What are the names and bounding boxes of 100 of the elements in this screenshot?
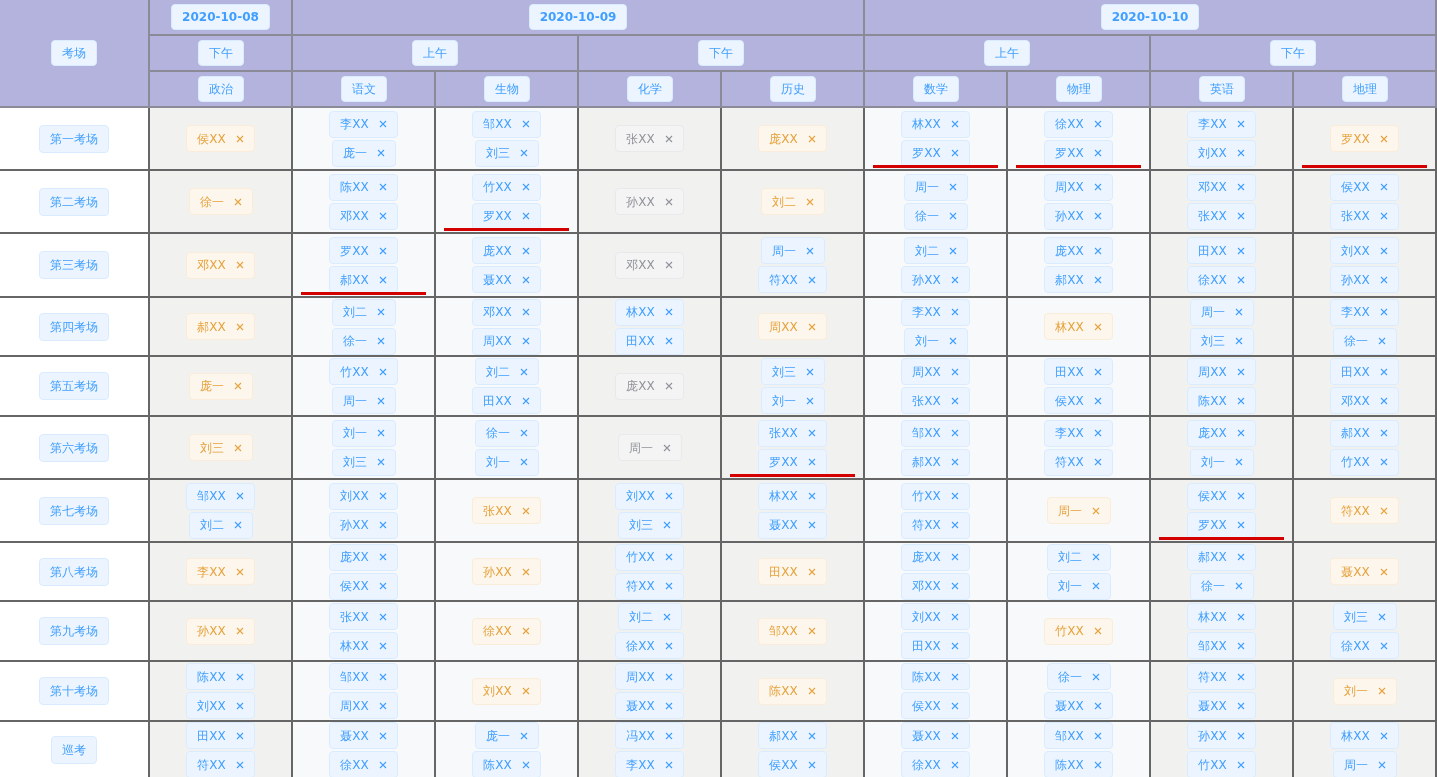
- close-icon[interactable]: [664, 382, 673, 390]
- close-icon[interactable]: [662, 521, 671, 529]
- close-icon[interactable]: [1377, 612, 1386, 621]
- close-icon[interactable]: [664, 337, 673, 345]
- close-icon[interactable]: [950, 458, 959, 466]
- close-icon[interactable]: [233, 382, 242, 390]
- close-icon[interactable]: [1236, 367, 1245, 376]
- close-icon[interactable]: [1236, 731, 1245, 740]
- close-icon[interactable]: [378, 367, 387, 376]
- close-icon[interactable]: [521, 246, 530, 255]
- close-icon[interactable]: [521, 120, 530, 128]
- close-icon[interactable]: [950, 149, 959, 157]
- close-icon[interactable]: [519, 367, 528, 376]
- close-icon[interactable]: [519, 731, 528, 740]
- close-icon[interactable]: [950, 612, 959, 621]
- close-icon[interactable]: [950, 275, 959, 284]
- close-icon[interactable]: [521, 506, 530, 515]
- close-icon[interactable]: [1093, 183, 1102, 191]
- close-icon[interactable]: [1379, 506, 1388, 515]
- close-icon[interactable]: [807, 275, 816, 284]
- close-icon[interactable]: [1093, 731, 1102, 740]
- close-icon[interactable]: [948, 337, 957, 345]
- close-icon[interactable]: [1093, 429, 1102, 437]
- close-icon[interactable]: [664, 760, 673, 769]
- close-icon[interactable]: [664, 261, 673, 269]
- close-icon[interactable]: [1379, 183, 1388, 191]
- close-icon[interactable]: [1236, 149, 1245, 157]
- close-icon[interactable]: [376, 458, 385, 466]
- close-icon[interactable]: [948, 212, 957, 220]
- close-icon[interactable]: [1379, 246, 1388, 255]
- close-icon[interactable]: [1236, 553, 1245, 561]
- close-icon[interactable]: [1377, 760, 1386, 769]
- close-icon[interactable]: [376, 308, 385, 316]
- close-icon[interactable]: [807, 627, 816, 635]
- close-icon[interactable]: [664, 197, 673, 206]
- close-icon[interactable]: [378, 641, 387, 650]
- close-icon[interactable]: [950, 308, 959, 316]
- close-icon[interactable]: [950, 731, 959, 740]
- close-icon[interactable]: [1093, 246, 1102, 255]
- close-icon[interactable]: [950, 492, 959, 500]
- close-icon[interactable]: [664, 701, 673, 710]
- close-icon[interactable]: [805, 197, 814, 206]
- close-icon[interactable]: [950, 396, 959, 405]
- close-icon[interactable]: [1093, 367, 1102, 376]
- close-icon[interactable]: [1093, 212, 1102, 220]
- close-icon[interactable]: [950, 553, 959, 561]
- close-icon[interactable]: [235, 567, 244, 576]
- close-icon[interactable]: [378, 760, 387, 769]
- close-icon[interactable]: [1093, 701, 1102, 710]
- close-icon[interactable]: [376, 149, 385, 157]
- close-icon[interactable]: [662, 612, 671, 621]
- close-icon[interactable]: [664, 553, 673, 561]
- close-icon[interactable]: [1236, 701, 1245, 710]
- close-icon[interactable]: [1379, 641, 1388, 650]
- close-icon[interactable]: [235, 672, 244, 681]
- close-icon[interactable]: [1377, 687, 1386, 695]
- close-icon[interactable]: [664, 641, 673, 650]
- close-icon[interactable]: [1236, 183, 1245, 191]
- close-icon[interactable]: [378, 612, 387, 621]
- close-icon[interactable]: [1093, 458, 1102, 466]
- close-icon[interactable]: [1379, 308, 1388, 316]
- close-icon[interactable]: [1236, 275, 1245, 284]
- close-icon[interactable]: [807, 322, 816, 331]
- close-icon[interactable]: [805, 367, 814, 376]
- close-icon[interactable]: [1379, 367, 1388, 376]
- close-icon[interactable]: [378, 701, 387, 710]
- close-icon[interactable]: [1236, 672, 1245, 681]
- close-icon[interactable]: [1093, 275, 1102, 284]
- close-icon[interactable]: [378, 120, 387, 128]
- close-icon[interactable]: [1234, 582, 1243, 590]
- close-icon[interactable]: [235, 731, 244, 740]
- close-icon[interactable]: [1236, 120, 1245, 128]
- close-icon[interactable]: [1379, 429, 1388, 437]
- close-icon[interactable]: [950, 641, 959, 650]
- close-icon[interactable]: [235, 492, 244, 500]
- close-icon[interactable]: [235, 701, 244, 710]
- close-icon[interactable]: [805, 396, 814, 405]
- close-icon[interactable]: [519, 149, 528, 157]
- close-icon[interactable]: [1379, 212, 1388, 220]
- close-icon[interactable]: [950, 120, 959, 128]
- close-icon[interactable]: [235, 261, 244, 269]
- close-icon[interactable]: [1236, 492, 1245, 500]
- close-icon[interactable]: [1236, 521, 1245, 529]
- close-icon[interactable]: [807, 687, 816, 695]
- close-icon[interactable]: [521, 308, 530, 316]
- close-icon[interactable]: [519, 429, 528, 437]
- close-icon[interactable]: [1379, 458, 1388, 466]
- close-icon[interactable]: [948, 246, 957, 255]
- close-icon[interactable]: [1091, 672, 1100, 681]
- close-icon[interactable]: [662, 443, 671, 452]
- close-icon[interactable]: [664, 672, 673, 681]
- close-icon[interactable]: [1236, 246, 1245, 255]
- close-icon[interactable]: [235, 322, 244, 331]
- close-icon[interactable]: [1236, 429, 1245, 437]
- close-icon[interactable]: [233, 443, 242, 452]
- close-icon[interactable]: [521, 687, 530, 695]
- close-icon[interactable]: [1093, 396, 1102, 405]
- close-icon[interactable]: [1379, 567, 1388, 576]
- close-icon[interactable]: [1093, 149, 1102, 157]
- close-icon[interactable]: [1236, 612, 1245, 621]
